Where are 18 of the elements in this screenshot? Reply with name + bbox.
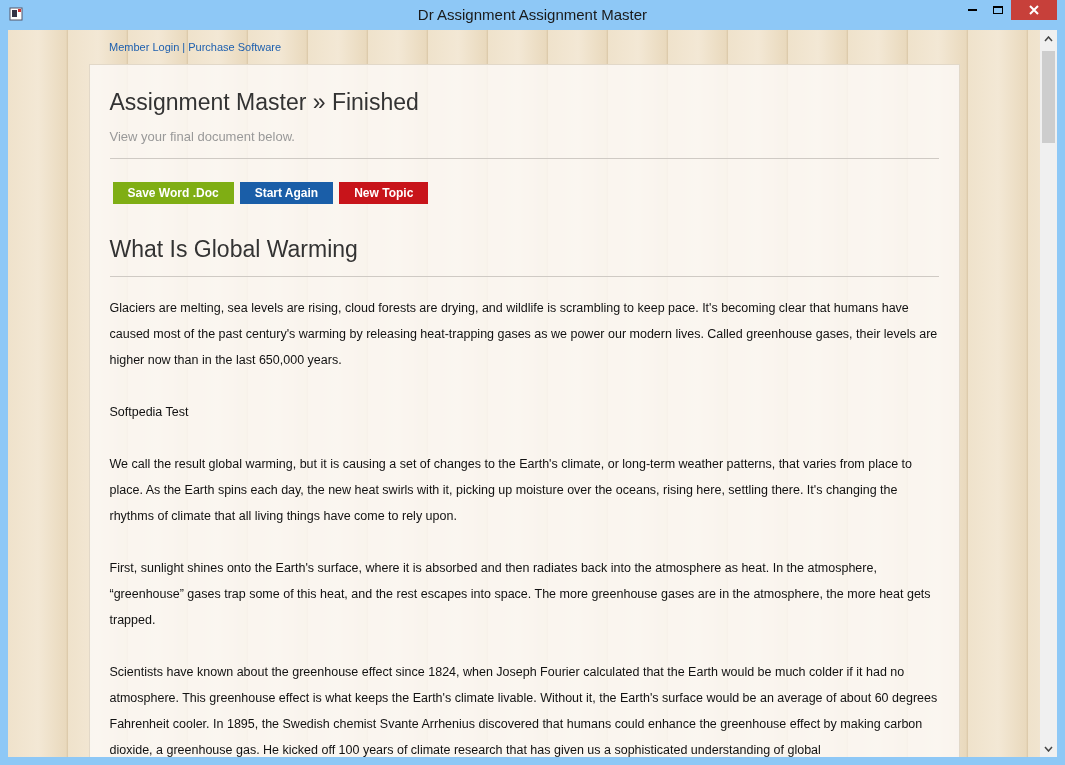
article-paragraph: Scientists have known about the greenhouse effect since 1824, when Joseph Fourier calculated that the Earth would be much colder if it had no atmosphere. This greenhouse effect is what keeps the Earth's climate livable. Without it, the Earth's surface would be an average of about 60 degrees Fahrenheit cooler. In 1895, the Swedish chemist Svante Arrhenius discovered that humans could enhance the greenhouse effect by making carbon dioxide, a greenhouse gas. He kicked off 100 years of climate research that has given us a sophisticated understanding of global <box>109 663 939 757</box>
article-paragraph: Softpedia Test <box>109 403 190 421</box>
app-icon <box>9 7 23 21</box>
link-separator: | <box>181 40 187 55</box>
action-button[interactable]: New Topic <box>339 182 429 204</box>
action-button[interactable]: Start Again <box>239 182 334 204</box>
article-paragraph: Glaciers are melting, sea levels are rising, cloud forests are drying, and wildlife is scrambling to keep pace. It's becoming clear that humans have caused most of the past century's warming by releasing heat-trapping gases as we power our modern lives. Called greenhouse gases, their levels are higher now than in the last 650,000 years. <box>109 299 939 369</box>
article-paragraph: We call the result global warming, but it is causing a set of changes to the Earth's climate, or long-term weather patterns, that varies from place to place. As the Earth spins each day, the new heat swirls with it, picking up moisture over the oceans, rising here, settling there. It's changing the rhythms of climate that all living things have come to rely upon. <box>109 455 914 525</box>
close-button[interactable] <box>1011 0 1057 20</box>
article-paragraph: First, sunlight shines onto the Earth's surface, where it is absorbed and then radiates back into the atmosphere as heat. In the atmosphere, “greenhouse” gases trap some of this heat, and the rest escapes into space. The more greenhouse gases are in the atmosphere, the more heat gets trapped. <box>109 559 932 629</box>
purchase-software-link[interactable]: Purchase Software <box>188 39 282 56</box>
window-title: Dr Assignment Assignment Master <box>417 4 648 25</box>
close-icon <box>1029 5 1039 15</box>
page-subtitle: View your final document below. <box>109 126 939 159</box>
page-title: Assignment Master » Finished <box>109 87 420 117</box>
scroll-thumb[interactable] <box>1042 51 1055 143</box>
article-title: What Is Global Warming <box>109 232 939 277</box>
member-login-link[interactable]: Member Login <box>89 39 180 56</box>
